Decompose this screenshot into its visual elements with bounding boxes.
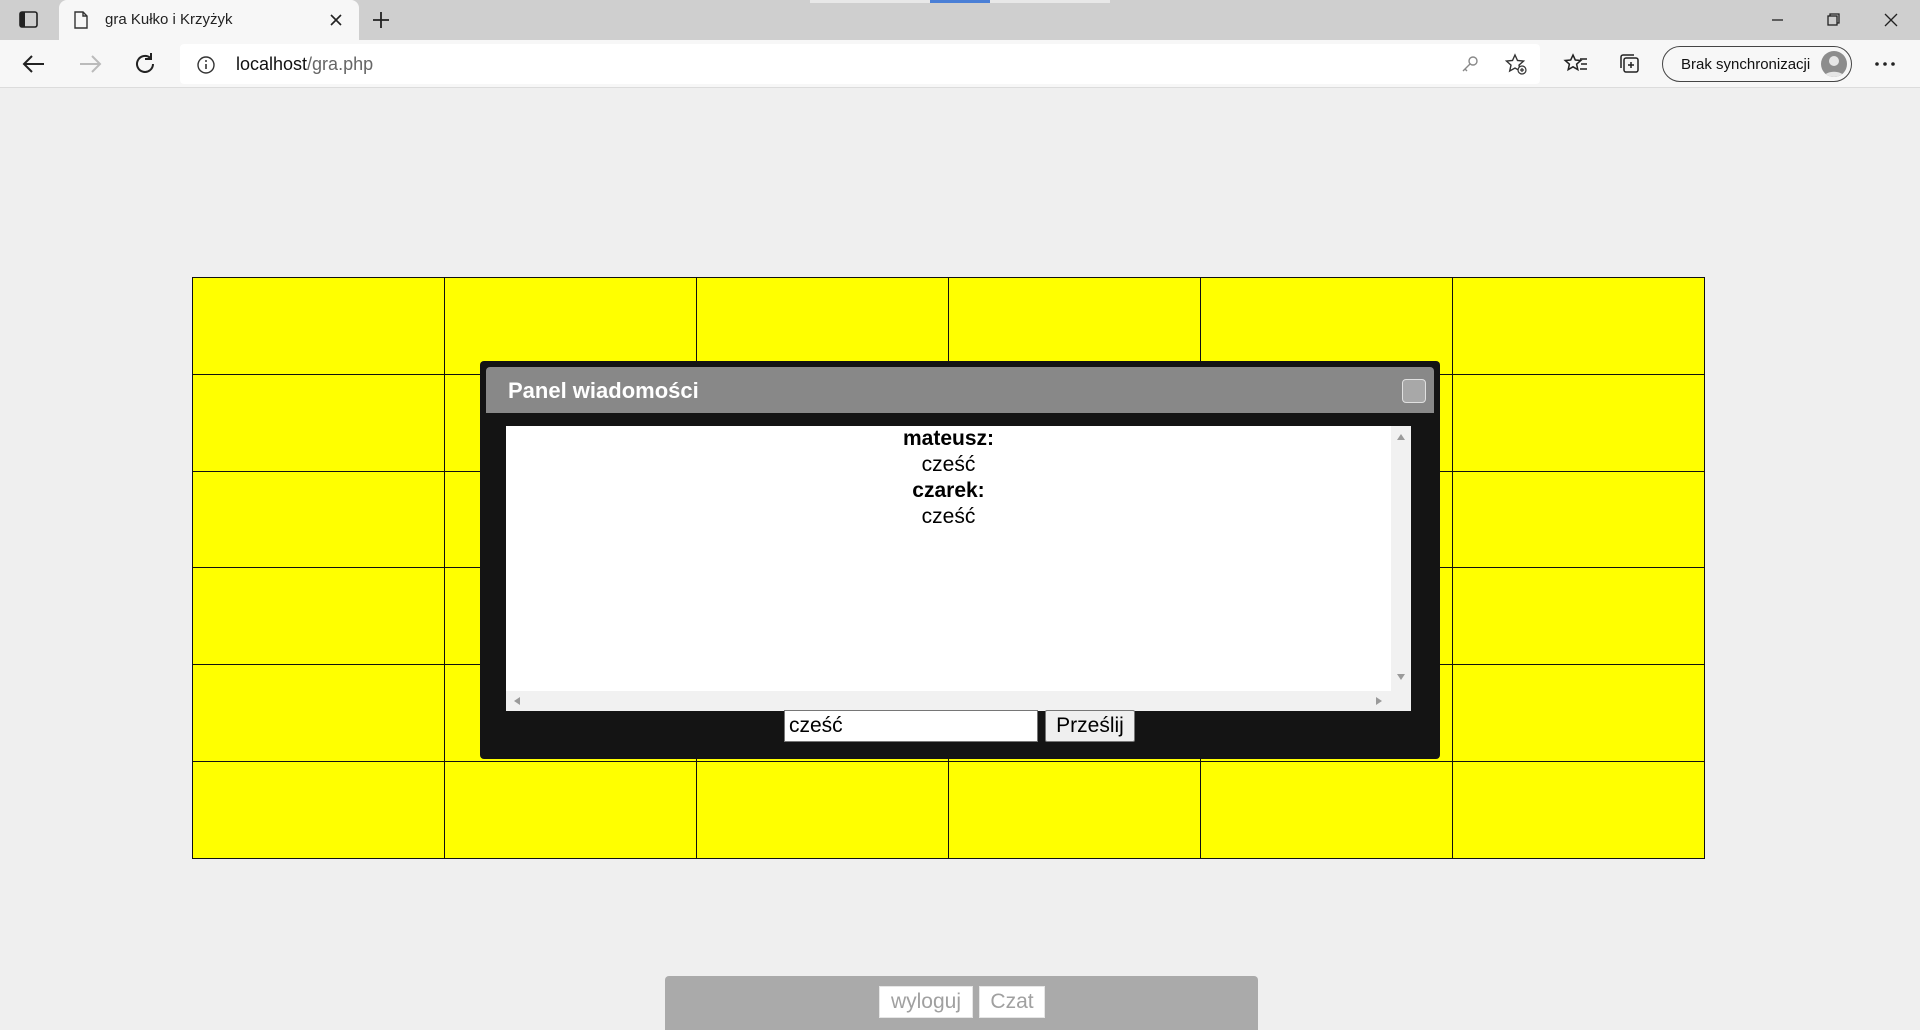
message-input[interactable] xyxy=(784,710,1038,742)
forward-arrow-icon[interactable] xyxy=(74,48,106,80)
url-host: localhost xyxy=(236,54,308,74)
avatar xyxy=(1821,51,1847,77)
bottom-bar: wyloguj Czat xyxy=(665,976,1258,1030)
add-favorite-icon[interactable] xyxy=(1504,52,1528,76)
close-tab-icon[interactable] xyxy=(326,10,346,30)
horizontal-scrollbar[interactable] xyxy=(506,691,1411,711)
board-cell[interactable] xyxy=(1452,760,1705,859)
board-cell[interactable] xyxy=(696,760,949,859)
site-info-icon[interactable] xyxy=(196,55,216,75)
back-arrow-icon[interactable] xyxy=(18,48,50,80)
board-cell[interactable] xyxy=(192,567,445,666)
tab-actions-icon[interactable] xyxy=(18,10,40,30)
chat-button[interactable]: Czat xyxy=(979,986,1045,1018)
message-author: czarek: xyxy=(912,479,985,502)
browser-tab-bar: gra Kułko i Krzyżyk xyxy=(0,0,1920,40)
board-cell[interactable] xyxy=(1452,470,1705,569)
board-cell[interactable] xyxy=(948,277,1201,375)
board-cell[interactable] xyxy=(1200,760,1453,859)
panel-close-button[interactable] xyxy=(1402,379,1426,403)
browser-tab[interactable]: gra Kułko i Krzyżyk xyxy=(59,0,359,40)
board-cell[interactable] xyxy=(948,760,1201,859)
message-text: cześć xyxy=(921,453,976,476)
board-cell[interactable] xyxy=(192,373,445,472)
reload-icon[interactable] xyxy=(129,48,161,80)
board-cell[interactable] xyxy=(1452,567,1705,666)
logout-button[interactable]: wyloguj xyxy=(879,986,973,1018)
board-cell[interactable] xyxy=(192,760,445,859)
board-cell[interactable] xyxy=(1452,277,1705,375)
board-cell[interactable] xyxy=(192,664,445,762)
board-cell[interactable] xyxy=(1452,664,1705,762)
board-cell[interactable] xyxy=(192,470,445,569)
message-author: mateusz: xyxy=(902,427,995,450)
url-text: localhost/gra.php xyxy=(236,54,373,75)
url-path: /gra.php xyxy=(307,54,374,74)
board-cell[interactable] xyxy=(1200,277,1453,375)
board-cell[interactable] xyxy=(192,277,445,375)
scroll-right-arrow-icon[interactable] xyxy=(1376,697,1382,705)
send-button[interactable]: Prześlij xyxy=(1045,710,1135,742)
page-document-icon xyxy=(73,11,89,29)
loading-indicator xyxy=(810,0,1110,3)
board-cell[interactable] xyxy=(1452,373,1705,472)
board-cell[interactable] xyxy=(444,760,697,859)
board-row xyxy=(192,760,1705,859)
panel-title: Panel wiadomości xyxy=(508,378,699,403)
scroll-down-arrow-icon[interactable] xyxy=(1397,674,1405,680)
board-row xyxy=(192,277,1705,375)
more-options-icon[interactable] xyxy=(1870,52,1900,76)
favorites-icon[interactable] xyxy=(1562,50,1590,78)
messages-list: mateusz: cześć czarek: cześć xyxy=(506,426,1391,530)
collections-icon[interactable] xyxy=(1616,50,1644,78)
restore-window-icon[interactable] xyxy=(1810,6,1856,34)
tab-title: gra Kułko i Krzyżyk xyxy=(105,11,233,28)
address-bar[interactable]: localhost/gra.php xyxy=(180,44,1540,84)
messages-box: mateusz: cześć czarek: cześć xyxy=(506,426,1411,691)
minimize-window-icon[interactable] xyxy=(1754,6,1800,34)
panel-header: Panel wiadomości xyxy=(486,367,1434,413)
password-key-icon[interactable] xyxy=(1460,54,1480,74)
scroll-up-arrow-icon[interactable] xyxy=(1397,434,1405,440)
profile-sync-button[interactable]: Brak synchronizacji xyxy=(1662,46,1852,82)
sync-label: Brak synchronizacji xyxy=(1681,56,1811,73)
board-cell[interactable] xyxy=(696,277,949,375)
scroll-left-arrow-icon[interactable] xyxy=(514,697,520,705)
close-window-icon[interactable] xyxy=(1868,6,1914,34)
vertical-scrollbar[interactable] xyxy=(1391,426,1411,691)
board-cell[interactable] xyxy=(444,277,697,375)
new-tab-icon[interactable] xyxy=(370,9,392,31)
browser-toolbar: localhost/gra.php Brak synchronizacji xyxy=(0,40,1920,88)
message-panel: Panel wiadomości mateusz: cześć czarek: cze… xyxy=(480,361,1440,759)
messages-area: mateusz: cześć czarek: cześć xyxy=(506,426,1411,711)
message-text: cześć xyxy=(921,505,976,528)
